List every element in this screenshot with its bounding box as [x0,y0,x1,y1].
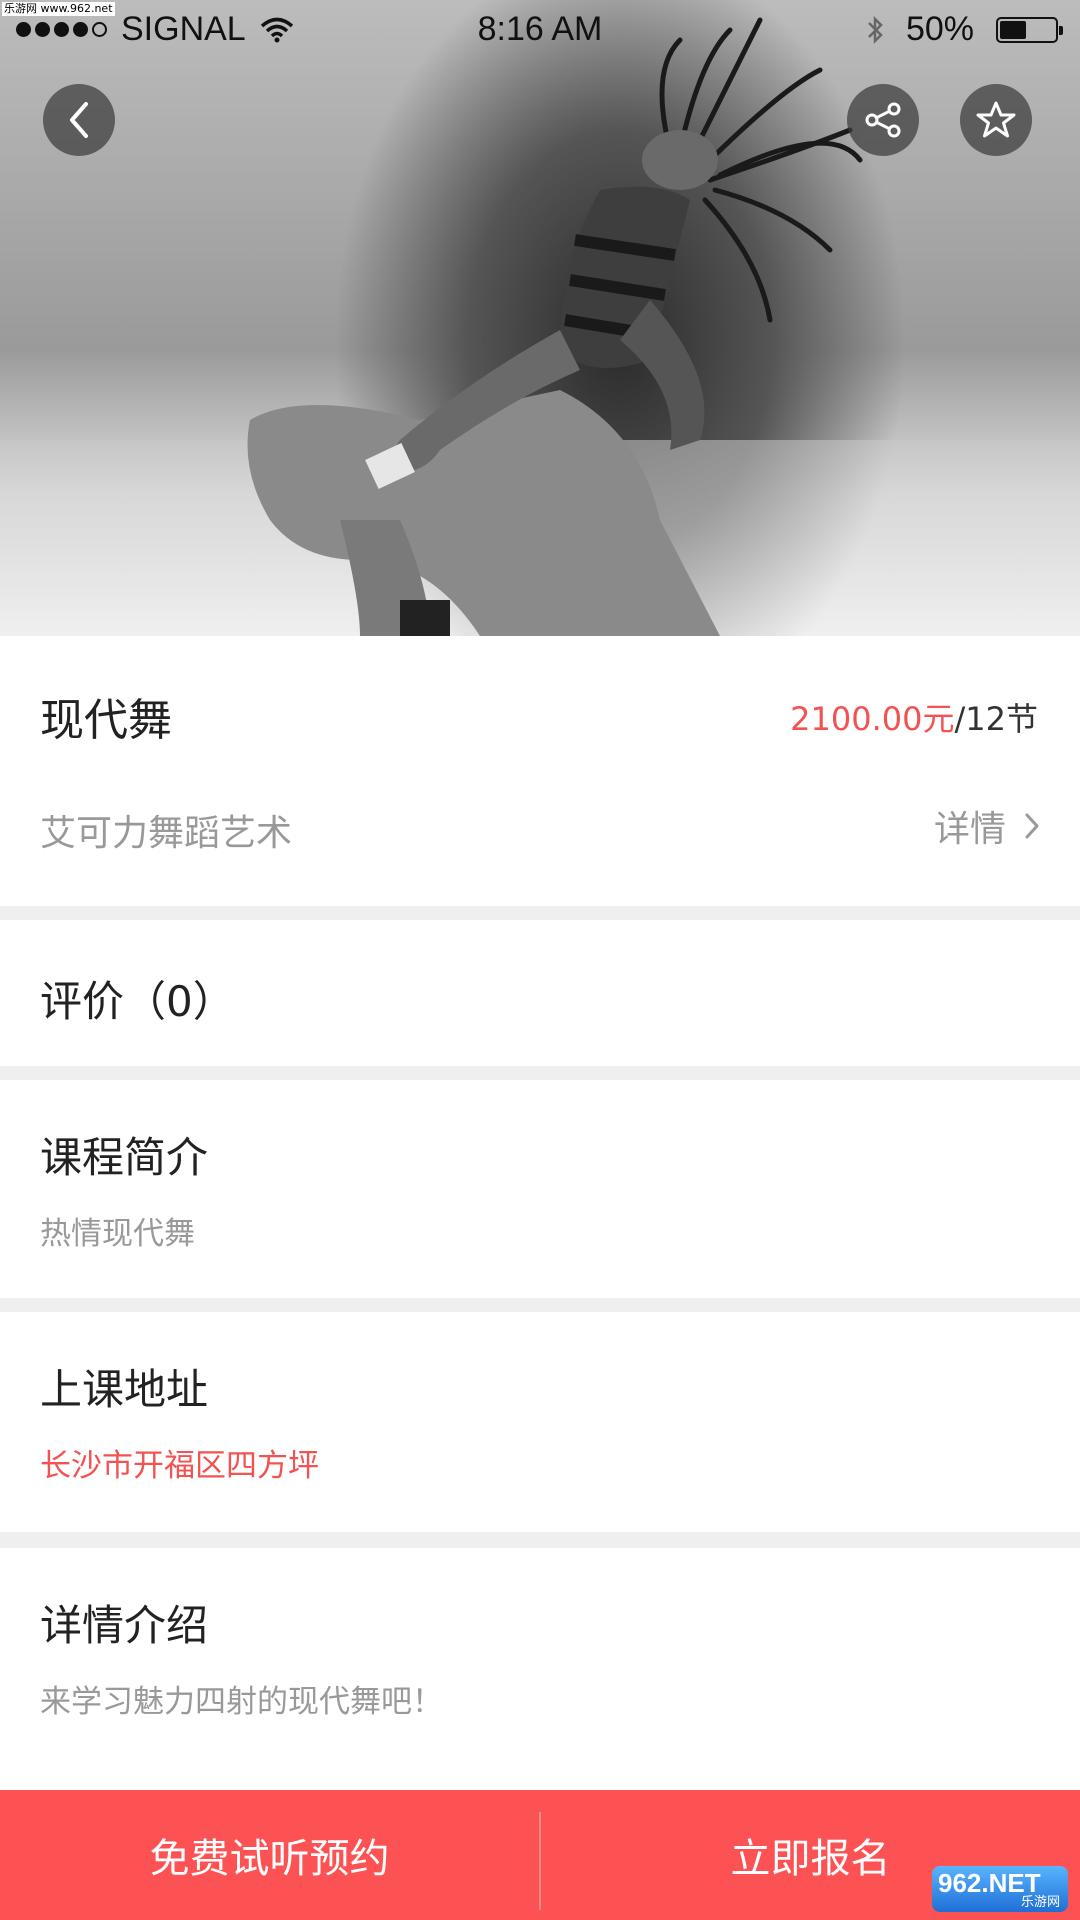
price-amount: 2100.00元 [790,700,955,738]
address-section: 上课地址 长沙市开福区四方坪 [0,1312,1080,1532]
favorite-button[interactable] [960,84,1032,156]
share-icon [865,102,901,138]
bluetooth-icon [868,15,883,44]
chevron-left-icon [70,102,88,138]
course-intro-section: 课程简介 热情现代舞 [0,1080,1080,1298]
battery-icon [996,16,1063,43]
details-title: 详情介绍 [40,1601,209,1650]
details-body: 来学习魅力四射的现代舞吧！ [40,1684,443,1720]
status-bar: SIGNAL 8:16 AM 50% [0,0,1080,58]
intro-body: 热情现代舞 [40,1216,195,1252]
address-text[interactable]: 长沙市开福区四方坪 [40,1440,319,1485]
course-cover-image [0,0,1080,636]
address-title: 上课地址 [40,1365,209,1414]
star-icon [976,101,1016,138]
bottom-action-bar: 免费试听预约 立即报名 962.NET 乐游网 [0,1790,1080,1920]
details-section: 详情介绍 来学习魅力四射的现代舞吧！ [0,1548,1080,1790]
price-unit: /12节 [954,700,1038,738]
course-price: 2100.00元/12节 [790,694,1038,740]
course-info-card: 现代舞 2100.00元/12节 艾可力舞蹈艺术 详情 [0,636,1080,906]
intro-title: 课程简介 [40,1133,209,1182]
action-divider [539,1812,541,1910]
organization-detail-link[interactable]: 详情 [934,800,1040,852]
free-trial-button[interactable]: 免费试听预约 [0,1790,539,1920]
reviews-section[interactable]: 评价（0） [0,920,1080,1066]
reviews-label: 评价（0） [40,977,235,1026]
battery-percent: 50% [905,10,974,48]
watermark-logo-sub: 乐游网 [1020,1895,1060,1910]
dancer-photo [0,17,1080,636]
detail-link-label: 详情 [933,809,1006,850]
watermark-logo: 962.NET 乐游网 [932,1866,1068,1912]
course-title: 现代舞 [40,695,172,746]
chevron-right-icon [1025,813,1039,839]
share-button[interactable] [847,84,919,156]
watermark-text: 乐游网 www.962.net [2,2,115,16]
back-button[interactable] [43,84,115,156]
organization-name: 艾可力舞蹈艺术 [40,813,293,854]
